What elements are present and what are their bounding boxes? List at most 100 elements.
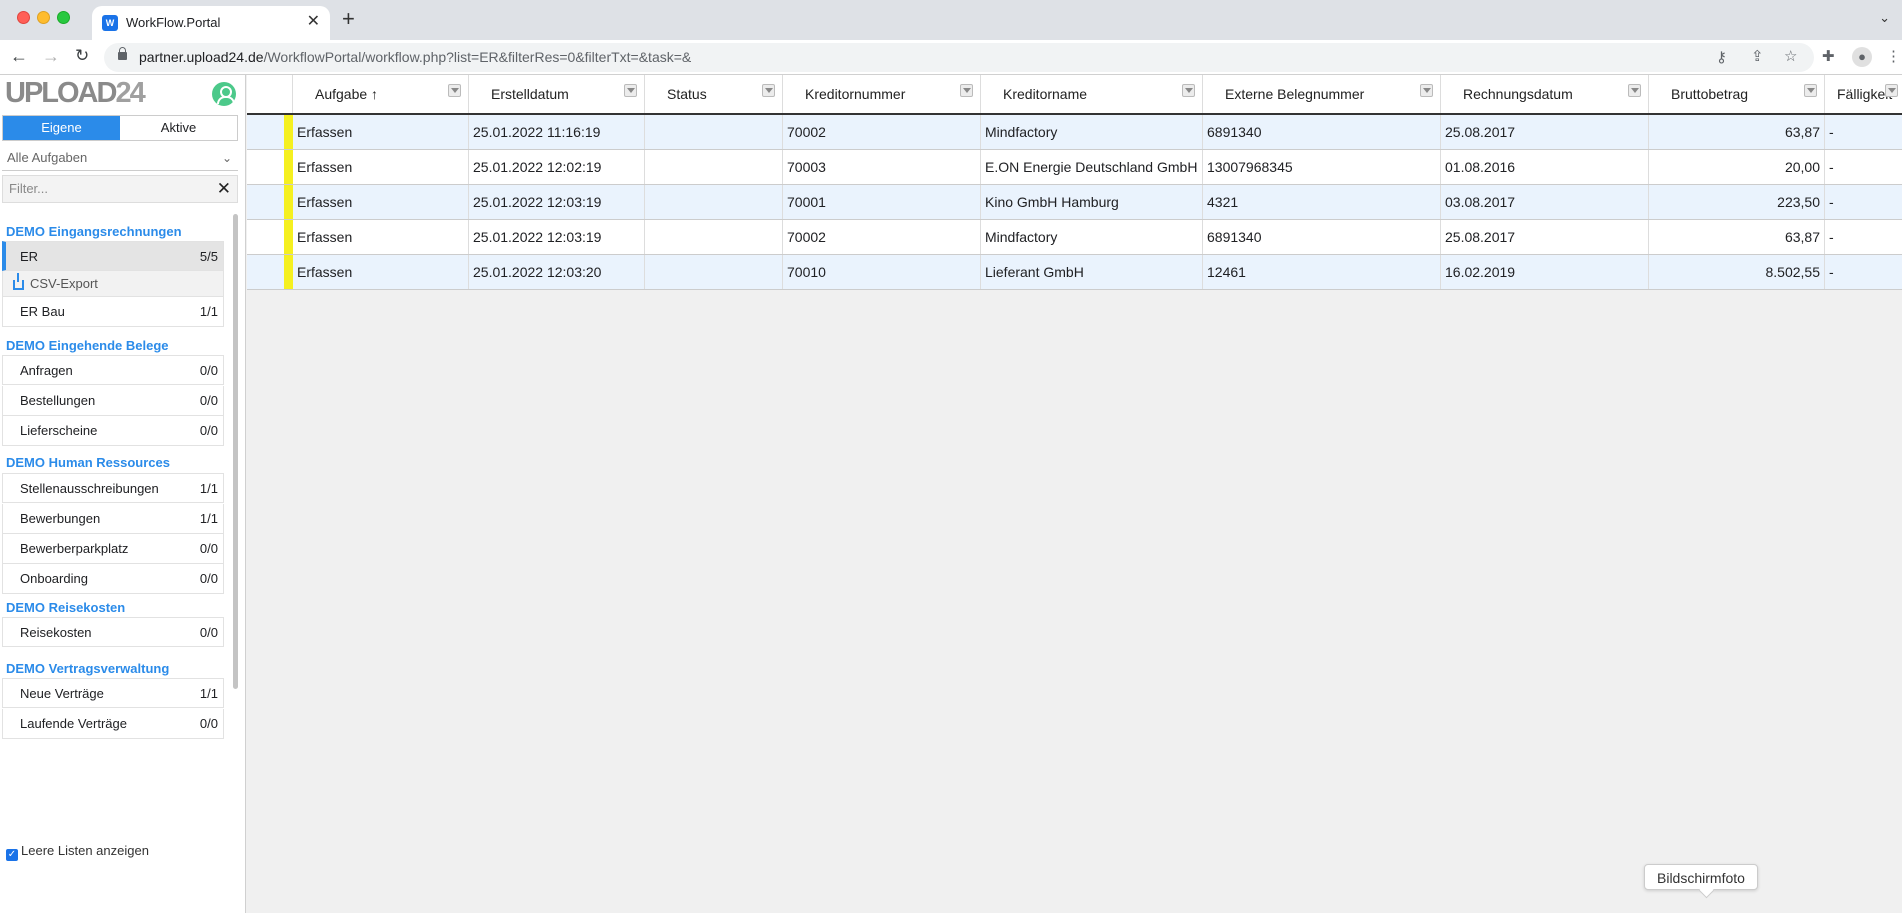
download-icon xyxy=(13,273,24,290)
cell-erstelldatum: 25.01.2022 12:03:19 xyxy=(469,220,645,254)
sidebar-item-reisekosten[interactable]: Reisekosten 0/0 xyxy=(2,617,224,647)
table-row[interactable]: Erfassen 25.01.2022 11:16:19 70002 Mindf… xyxy=(247,115,1902,150)
status-marker xyxy=(284,150,293,184)
header-externe-belegnummer[interactable]: Externe Belegnummer xyxy=(1203,75,1441,113)
checkbox-checked-icon[interactable]: ✓ xyxy=(6,849,18,861)
sidebar-item-onboarding[interactable]: Onboarding 0/0 xyxy=(2,564,224,594)
section-title: DEMO Human Ressources xyxy=(6,455,170,470)
column-filter-icon[interactable] xyxy=(762,84,775,97)
cell-status xyxy=(645,220,783,254)
sidebar-item-bewerbungen[interactable]: Bewerbungen 1/1 xyxy=(2,504,224,534)
user-account-icon[interactable] xyxy=(212,82,236,106)
section-title: DEMO Reisekosten xyxy=(6,600,126,615)
bookmark-star-icon[interactable]: ☆ xyxy=(1784,48,1797,66)
column-filter-icon[interactable] xyxy=(960,84,973,97)
column-filter-icon[interactable] xyxy=(1628,84,1641,97)
browser-menu-icon[interactable]: ⋮ xyxy=(1886,48,1901,66)
reload-icon[interactable]: ↻ xyxy=(75,46,89,66)
cell-bruttobetrag: 20,00 xyxy=(1649,150,1825,184)
key-icon[interactable]: ⚷ xyxy=(1716,49,1727,67)
show-empty-lists-checkbox[interactable]: ✓ Leere Listen anzeigen xyxy=(6,843,149,861)
tab-search-chevron-icon[interactable]: ⌄ xyxy=(1879,10,1890,26)
address-bar[interactable]: partner.upload24.de/WorkflowPortal/workf… xyxy=(104,43,1814,72)
upload24-logo: UPLOAD24 xyxy=(5,77,146,109)
column-filter-icon[interactable] xyxy=(1420,84,1433,97)
cell-belegnummer: 6891340 xyxy=(1203,115,1441,149)
cell-erstelldatum: 25.01.2022 12:02:19 xyxy=(469,150,645,184)
window-zoom-button[interactable] xyxy=(57,11,70,24)
sidebar-item-lieferscheine[interactable]: Lieferscheine 0/0 xyxy=(2,416,224,446)
browser-tab[interactable]: W WorkFlow.Portal ✕ xyxy=(92,6,330,40)
cell-faelligkeit: - xyxy=(1829,264,1834,280)
sidebar-item-bewerberparkplatz[interactable]: Bewerberparkplatz 0/0 xyxy=(2,534,224,564)
cell-rechnungsdatum: 03.08.2017 xyxy=(1441,185,1649,219)
table-row[interactable]: Erfassen 25.01.2022 12:03:19 70002 Mindf… xyxy=(247,220,1902,255)
cell-kreditornummer: 70003 xyxy=(783,150,981,184)
csv-export-button[interactable]: CSV-Export xyxy=(2,271,224,297)
workflow-app: UPLOAD24 Eigene Aktive Alle Aufgaben ⌄ F… xyxy=(0,75,1902,913)
cell-bruttobetrag: 63,87 xyxy=(1649,220,1825,254)
header-bruttobetrag[interactable]: Bruttobetrag xyxy=(1649,75,1825,113)
extensions-puzzle-icon[interactable]: ✚ xyxy=(1822,48,1835,66)
column-filter-icon[interactable] xyxy=(1182,84,1195,97)
cell-kreditorname: Lieferant GmbH xyxy=(981,255,1203,289)
header-aufgabe[interactable]: Aufgabe ↑ xyxy=(293,75,469,113)
cell-aufgabe: Erfassen xyxy=(293,255,469,289)
tab-own[interactable]: Eigene xyxy=(3,116,120,140)
table-row[interactable]: Erfassen 25.01.2022 12:03:19 70001 Kino … xyxy=(247,185,1902,220)
column-filter-icon[interactable] xyxy=(448,84,461,97)
sidebar-item-laufende-vertraege[interactable]: Laufende Verträge 0/0 xyxy=(2,709,224,739)
task-table: Aufgabe ↑ Erstelldatum Status Kreditornu… xyxy=(247,75,1902,913)
share-icon[interactable]: ⇪ xyxy=(1751,48,1764,66)
list-navigation: DEMO Eingangsrechnungen ER 5/5 CSV-Export… xyxy=(0,212,232,912)
forward-arrow-icon[interactable]: → xyxy=(42,46,60,66)
column-filter-icon[interactable] xyxy=(624,84,637,97)
cell-aufgabe: Erfassen xyxy=(293,150,469,184)
status-marker xyxy=(284,115,293,149)
cell-faelligkeit: - xyxy=(1829,159,1834,175)
header-kreditorname[interactable]: Kreditorname xyxy=(981,75,1203,113)
cell-belegnummer: 12461 xyxy=(1203,255,1441,289)
column-filter-icon[interactable] xyxy=(1804,84,1817,97)
table-row[interactable]: Erfassen 25.01.2022 12:02:19 70003 E.ON … xyxy=(247,150,1902,185)
cell-status xyxy=(645,255,783,289)
table-header: Aufgabe ↑ Erstelldatum Status Kreditornu… xyxy=(247,75,1902,115)
task-select[interactable]: Alle Aufgaben ⌄ xyxy=(2,145,238,171)
cell-aufgabe: Erfassen xyxy=(293,115,469,149)
column-filter-icon[interactable] xyxy=(1885,84,1898,97)
window-minimize-button[interactable] xyxy=(37,11,50,24)
table-row[interactable]: Erfassen 25.01.2022 12:03:20 70010 Liefe… xyxy=(247,255,1902,290)
cell-faelligkeit: - xyxy=(1829,124,1834,140)
filter-input[interactable]: Filter... ✕ xyxy=(2,175,238,203)
profile-avatar-icon[interactable]: ● xyxy=(1852,47,1872,67)
sidebar-item-stellenausschreibungen[interactable]: Stellenausschreibungen 1/1 xyxy=(2,473,224,503)
new-tab-button[interactable]: + xyxy=(342,7,355,31)
section-title: DEMO Eingehende Belege xyxy=(6,338,169,353)
tab-close-icon[interactable]: ✕ xyxy=(307,13,320,31)
sidebar-scrollbar[interactable] xyxy=(233,214,238,689)
section-title: DEMO Eingangsrechnungen xyxy=(6,224,182,239)
sidebar-item-anfragen[interactable]: Anfragen 0/0 xyxy=(2,355,224,385)
tab-active[interactable]: Aktive xyxy=(120,116,237,140)
window-close-button[interactable] xyxy=(17,11,30,24)
header-rechnungsdatum[interactable]: Rechnungsdatum xyxy=(1441,75,1649,113)
sidebar-item-bestellungen[interactable]: Bestellungen 0/0 xyxy=(2,386,224,416)
cell-rechnungsdatum: 25.08.2017 xyxy=(1441,220,1649,254)
header-kreditornummer[interactable]: Kreditornummer xyxy=(783,75,981,113)
header-faelligkeit[interactable]: Fälligkeit xyxy=(1825,75,1902,113)
sidebar-item-neue-vertraege[interactable]: Neue Verträge 1/1 xyxy=(2,678,224,708)
cell-erstelldatum: 25.01.2022 12:03:19 xyxy=(469,185,645,219)
header-status[interactable]: Status xyxy=(645,75,783,113)
chevron-down-icon: ⌄ xyxy=(221,151,232,165)
lock-icon xyxy=(118,47,127,60)
sidebar-item-er-bau[interactable]: ER Bau 1/1 xyxy=(2,297,224,327)
cell-rechnungsdatum: 25.08.2017 xyxy=(1441,115,1649,149)
sidebar-item-er[interactable]: ER 5/5 xyxy=(2,241,224,271)
status-marker xyxy=(284,185,293,219)
header-erstelldatum[interactable]: Erstelldatum xyxy=(469,75,645,113)
clear-filter-icon[interactable]: ✕ xyxy=(217,176,231,202)
cell-belegnummer: 6891340 xyxy=(1203,220,1441,254)
back-arrow-icon[interactable]: ← xyxy=(10,46,28,66)
cell-erstelldatum: 25.01.2022 12:03:20 xyxy=(469,255,645,289)
cell-faelligkeit: - xyxy=(1829,229,1834,245)
